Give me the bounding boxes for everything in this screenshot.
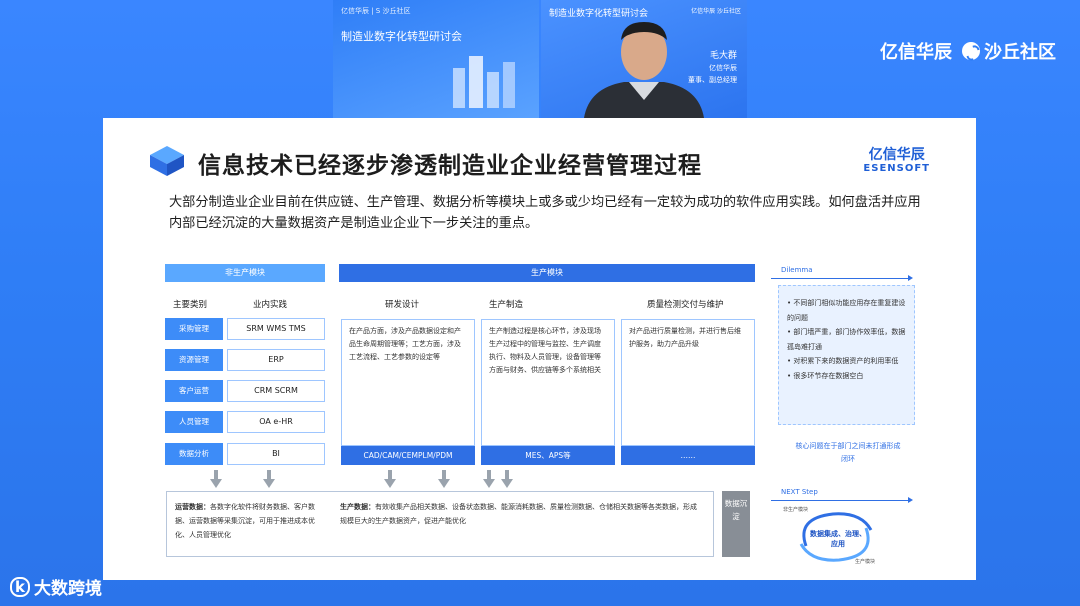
esensoft-logo: 亿信华辰 [880,42,952,63]
city-skyline-illustration [453,56,515,108]
presentation-slide: 信息技术已经逐步渗透制造业企业经营管理过程 亿信华辰 ESENSOFT 大部分制… [103,118,976,580]
video-tile-1: 亿信华辰 | S 沙丘社区 制造业数字化转型研讨会 [333,0,539,118]
category-personnel: 人员管理 [165,411,223,433]
ops-data-text: 运营数据：各数字化软件将财务数据、客户数据、运营数据等采集沉淀，可用于推进成本优… [175,500,325,542]
speaker-company: 亿信华辰 [709,64,737,72]
category-customer: 客户运营 [165,380,223,402]
down-arrow-icon [384,470,396,488]
practice-procurement: SRM WMS TMS [227,318,325,340]
data-summary-box: 运营数据：各数字化软件将财务数据、客户数据、运营数据等采集沉淀，可用于推进成本优… [166,491,714,557]
dilemma-arrow-icon [771,275,913,281]
dilemma-note: 核心问题在于部门之间未打通形成闭环 [795,442,901,463]
prod-data-body: 有效收集产品相关数据、设备状态数据、能源消耗数据、质量检测数据、仓储相关数据等各… [340,503,697,525]
ops-data-label: 运营数据： [175,503,210,511]
tile1-brand: 亿信华辰 | S 沙丘社区 [341,7,411,15]
practice-analytics: BI [227,443,325,465]
down-arrow-icon [483,470,495,488]
cube-icon [150,146,184,176]
prod-data-text: 生产数据：有效收集产品相关数据、设备状态数据、能源消耗数据、质量检测数据、仓储相… [340,500,700,528]
down-arrow-icon [438,470,450,488]
shaqiu-logo-text: 沙丘社区 [984,42,1056,63]
speaker-name: 毛大群 [709,51,737,61]
category-resources: 资源管理 [165,349,223,371]
esensoft-slide-logo: 亿信华辰 ESENSOFT [863,148,930,176]
practice-personnel: OA e-HR [227,411,325,433]
prod-col3-body: 对产品进行质量检测，并进行售后维护服务，助力产品升级 [621,319,755,446]
prod-col1-foot: CAD/CAM/CEMPLM/PDM [341,446,475,465]
speaker-role: 董事、副总经理 [688,76,737,84]
next-step-center: 数据集成、治理、应用 [810,530,866,548]
down-arrow-icon [501,470,513,488]
down-arrow-icon [210,470,222,488]
next-step-right-caption: 生产模块 [855,559,876,565]
dilemma-box: • 不同部门相似功能应用存在重复建设的问题 • 部门墙严重，部门协作效率低，数据… [778,285,915,425]
prod-data-label: 生产数据： [340,503,375,511]
non-prod-header: 非生产模块 [165,264,325,282]
data-accumulation-tag: 数据沉淀 [722,491,750,557]
brand-logos: 亿信华辰 沙丘社区 [880,38,1056,64]
prod-col2-title: 生产制造 [489,300,524,310]
esensoft-cn: 亿信华辰 [868,147,925,163]
dilemma-item: • 部门墙严重，部门协作效率低，数据孤岛难打通 [787,328,906,351]
dilemma-item: • 很多环节存在数据空白 [787,371,864,380]
esensoft-en: ESENSOFT [863,163,930,174]
non-prod-col-practice: 业内实践 [253,300,288,310]
prod-col2-body: 生产制造过程是核心环节，涉及现场生产过程中的管理与监控、生产调度执行、物料及人员… [481,319,615,446]
practice-customer: CRM SCRM [227,380,325,402]
next-step-arrow-icon [771,497,913,503]
next-step-label: NEXT Step [781,488,818,496]
next-step-left-caption: 非生产模块 [783,507,809,513]
watermark: k 大数跨境 [10,574,102,599]
tile1-title: 制造业数字化转型研讨会 [341,30,462,43]
watermark-text: 大数跨境 [33,579,102,599]
slide-intro: 大部分制造业企业目前在供应链、生产管理、数据分析等模块上或多或少均已经有一定较为… [169,195,921,231]
category-analytics: 数据分析 [165,443,223,465]
prod-header: 生产模块 [339,264,755,282]
speaker-nameplate: 毛大群 亿信华辰 董事、副总经理 [688,50,737,86]
category-procurement: 采购管理 [165,318,223,340]
prod-col2-foot: MES、APS等 [481,446,615,465]
watermark-k-icon: k [10,576,30,597]
prod-col1-body: 在产品方面，涉及产品数据设定和产品生命周期管理等；工艺方面，涉及工艺流程、工艺参… [341,319,475,446]
prod-col3-foot: …… [621,446,755,465]
practice-resources: ERP [227,349,325,371]
shaqiu-logo-icon [962,42,980,60]
non-prod-col-category: 主要类别 [173,300,208,310]
video-tile-speaker: 制造业数字化转型研讨会 亿信华辰 沙丘社区 毛大群 亿信华辰 董事、副总经理 [541,0,747,118]
prod-col1-title: 研发设计 [385,300,420,310]
down-arrow-icon [263,470,275,488]
dilemma-item: • 不同部门相似功能应用存在重复建设的问题 [787,299,906,322]
slide-title: 信息技术已经逐步渗透制造业企业经营管理过程 [198,153,702,179]
dilemma-label: Dilemma [781,266,813,274]
dilemma-item: • 对积累下来的数据资产的利用率低 [787,357,899,365]
prod-col3-title: 质量检测交付与维护 [647,300,724,310]
